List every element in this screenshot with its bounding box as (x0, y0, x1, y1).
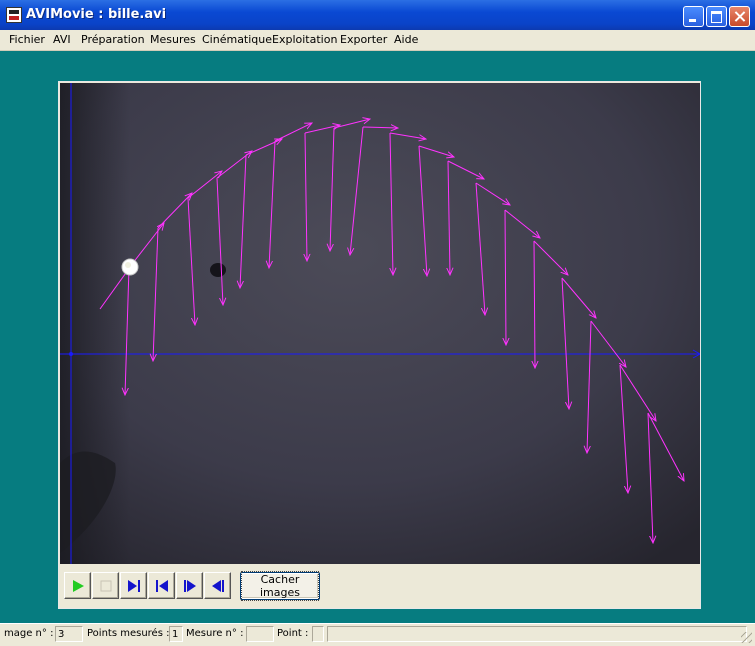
ball-shadow (210, 263, 226, 277)
measure-number-value (246, 626, 274, 642)
measure-number-label: Mesure n° : (186, 628, 244, 639)
point-value (312, 626, 324, 642)
window-title: AVIMovie : bille.avi (26, 7, 167, 22)
hide-images-button[interactable]: Cacher images (240, 571, 320, 601)
last-frame-icon (212, 580, 224, 592)
points-measured-value: 1 (169, 626, 183, 642)
stop-icon (100, 580, 112, 592)
resize-grip[interactable] (741, 632, 752, 643)
last-frame-button[interactable] (204, 572, 231, 599)
menu-cinematique[interactable]: Cinématique (202, 33, 272, 46)
point-label: Point : (277, 628, 309, 639)
next-frame-button[interactable] (120, 572, 147, 599)
menu-fichier[interactable]: Fichier (9, 33, 45, 46)
stop-button[interactable] (92, 572, 119, 599)
minimize-button[interactable] (683, 6, 704, 27)
next-frame-icon (128, 580, 140, 592)
first-frame-icon (156, 580, 168, 592)
ball (121, 258, 139, 276)
menu-mesures[interactable]: Mesures (150, 33, 196, 46)
menu-bar: Fichier AVI Préparation Mesures Cinémati… (0, 30, 755, 51)
maximize-button[interactable] (706, 6, 727, 27)
points-measured-label: Points mesurés : (87, 628, 170, 639)
close-button[interactable] (729, 6, 750, 27)
status-panel-empty (327, 626, 747, 642)
menu-avi[interactable]: AVI (53, 33, 71, 46)
play-button[interactable] (64, 572, 91, 599)
status-bar: mage n° : 3 Points mesurés : 1 Mesure n°… (0, 623, 755, 646)
step-forward-button[interactable] (176, 572, 203, 599)
menu-preparation[interactable]: Préparation (81, 33, 145, 46)
origin-marker (69, 352, 73, 356)
title-bar[interactable]: AVIMovie : bille.avi (0, 0, 755, 30)
app-window: AVIMovie : bille.avi Fichier AVI Prépara… (0, 0, 755, 646)
video-display[interactable] (60, 83, 700, 564)
image-number-label: mage n° : (4, 628, 54, 639)
menu-exporter[interactable]: Exporter (340, 33, 387, 46)
image-number-value: 3 (55, 626, 83, 642)
hide-images-label: Cacher images (241, 571, 319, 601)
step-forward-icon (184, 580, 196, 592)
first-frame-button[interactable] (148, 572, 175, 599)
menu-aide[interactable]: Aide (394, 33, 418, 46)
playback-toolbar: Cacher images (60, 564, 700, 608)
play-icon (73, 580, 84, 592)
video-background (60, 83, 700, 564)
film-app-icon (6, 7, 22, 23)
menu-exploitation[interactable]: Exploitation (272, 33, 337, 46)
